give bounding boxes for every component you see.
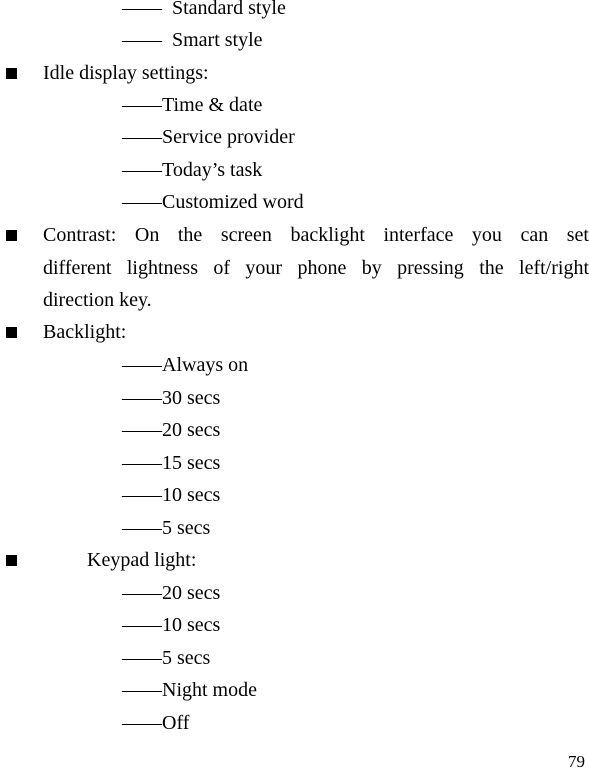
item-text: Service provider bbox=[162, 126, 295, 148]
list-item: ——5 secs bbox=[122, 516, 210, 540]
paragraph-line: Contrast: On the screen backlight interf… bbox=[43, 224, 589, 246]
dash-marker: —— bbox=[122, 647, 162, 669]
dash-marker: —— bbox=[122, 159, 162, 181]
item-text: Today’s task bbox=[162, 159, 263, 181]
paragraph-line: different lightness of your phone by pre… bbox=[43, 256, 589, 279]
dash-marker: —— bbox=[122, 94, 162, 116]
list-item: ——Time & date bbox=[122, 93, 262, 117]
section-heading: Backlight: bbox=[43, 321, 127, 343]
list-item: ——10 secs bbox=[122, 483, 220, 507]
list-item: ——Off bbox=[122, 711, 189, 735]
square-bullet-icon bbox=[6, 327, 17, 338]
page-number: 79 bbox=[568, 752, 585, 771]
list-item: ——20 secs bbox=[122, 418, 220, 442]
dash-marker: —— bbox=[122, 419, 162, 441]
item-text: 30 secs bbox=[162, 387, 221, 409]
item-text: Always on bbox=[162, 354, 249, 376]
section-heading: Idle display settings: bbox=[43, 62, 209, 84]
dash-marker: —— bbox=[122, 354, 162, 376]
item-text: 10 secs bbox=[162, 614, 221, 636]
dash-marker: —— bbox=[122, 387, 162, 409]
dash-marker: —— bbox=[122, 712, 162, 734]
dash-marker: —— bbox=[122, 126, 162, 148]
dash-marker: —— bbox=[122, 191, 162, 213]
list-item: —— Standard style bbox=[122, 0, 286, 20]
dash-marker: —— bbox=[122, 517, 162, 539]
item-text: Night mode bbox=[162, 679, 257, 701]
dash-marker: —— bbox=[122, 582, 162, 604]
dash-marker: —— bbox=[122, 0, 162, 19]
dash-marker: —— bbox=[122, 452, 162, 474]
item-text: 5 secs bbox=[162, 517, 211, 539]
list-item: ——30 secs bbox=[122, 386, 220, 410]
item-text: 10 secs bbox=[162, 484, 221, 506]
list-item: ——10 secs bbox=[122, 613, 220, 637]
list-item: ——20 secs bbox=[122, 581, 220, 605]
contrast-paragraph: Contrast: On the screen backlight interf… bbox=[43, 219, 589, 317]
square-bullet-icon bbox=[6, 555, 17, 566]
square-bullet-icon bbox=[6, 68, 17, 79]
item-text: 20 secs bbox=[162, 419, 221, 441]
dash-marker: —— bbox=[122, 614, 162, 636]
item-text: Time & date bbox=[162, 94, 263, 116]
list-item: ——5 secs bbox=[122, 646, 210, 670]
paragraph-line: direction key. bbox=[43, 289, 152, 311]
item-text: 15 secs bbox=[162, 452, 221, 474]
item-text: Smart style bbox=[172, 29, 263, 51]
section-heading: Keypad light: bbox=[87, 549, 197, 571]
list-item: ——Night mode bbox=[122, 678, 257, 702]
item-text: Off bbox=[162, 712, 190, 734]
list-item: ——Always on bbox=[122, 353, 248, 377]
list-item: —— Smart style bbox=[122, 28, 263, 52]
list-item: ——Customized word bbox=[122, 190, 304, 214]
square-bullet-icon bbox=[6, 230, 17, 241]
dash-marker: —— bbox=[122, 29, 162, 51]
list-item: ——Today’s task bbox=[122, 158, 262, 182]
dash-marker: —— bbox=[122, 679, 162, 701]
dash-marker: —— bbox=[122, 484, 162, 506]
item-text: 5 secs bbox=[162, 647, 211, 669]
item-text: Customized word bbox=[162, 191, 304, 213]
item-text: Standard style bbox=[172, 0, 286, 19]
list-item: ——15 secs bbox=[122, 451, 220, 475]
item-text: 20 secs bbox=[162, 582, 221, 604]
list-item: ——Service provider bbox=[122, 125, 295, 149]
